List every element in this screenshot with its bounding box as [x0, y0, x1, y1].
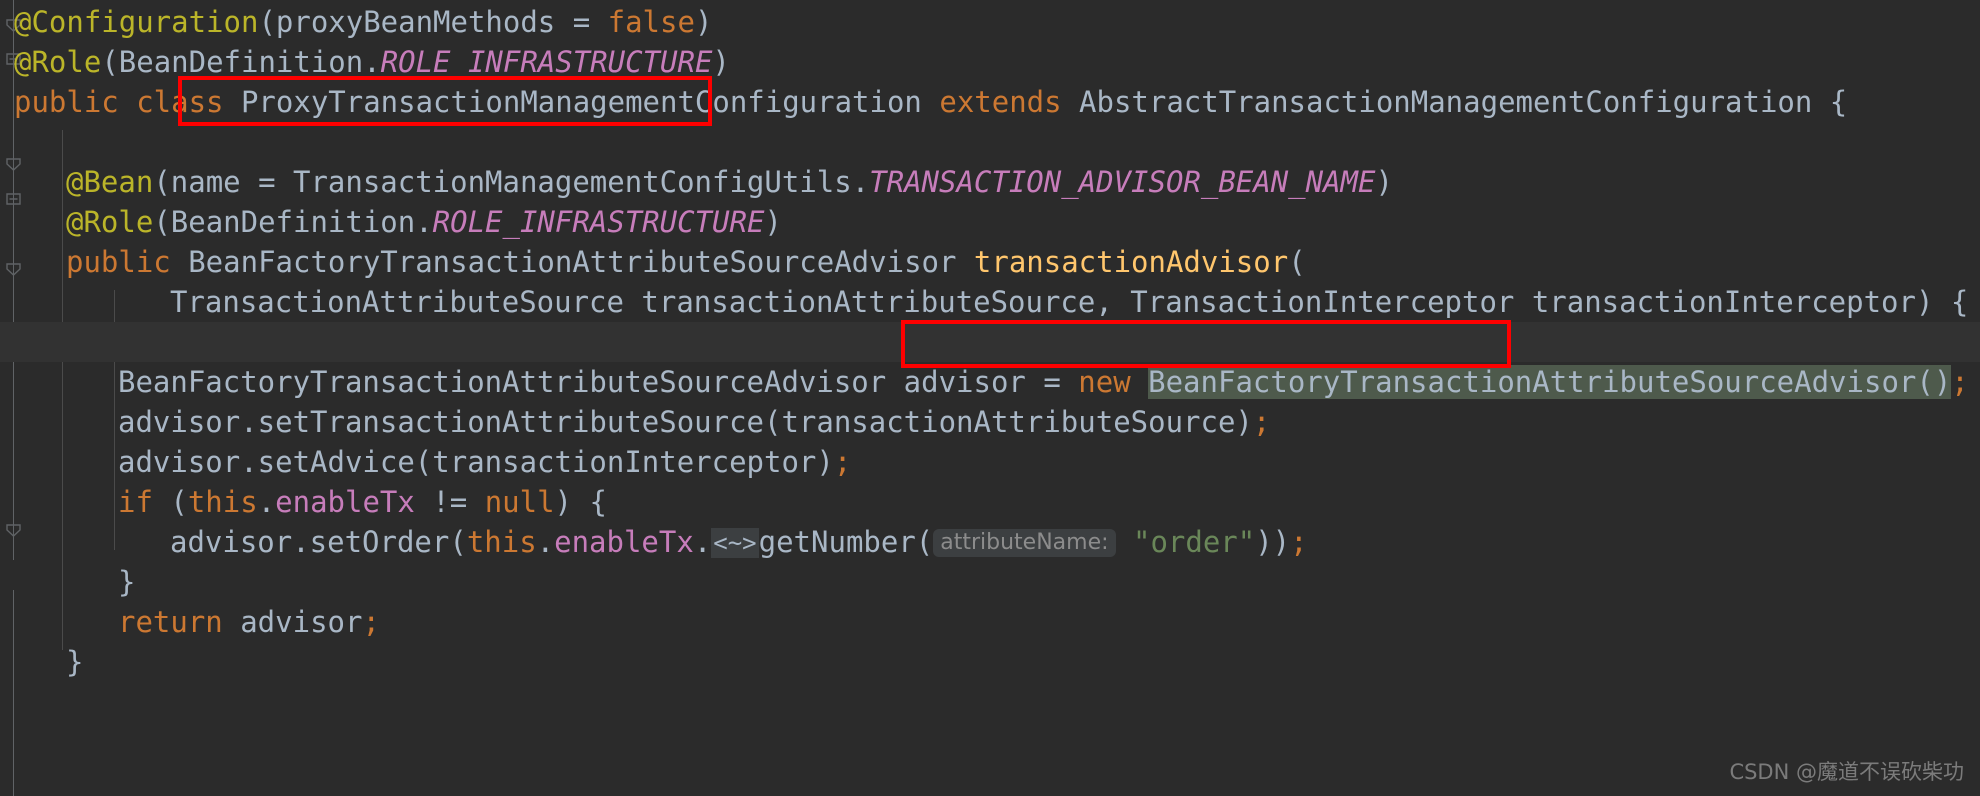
code-token: ;: [833, 445, 852, 479]
line-return[interactable]: return advisor;: [118, 602, 380, 642]
line-method-params[interactable]: TransactionAttributeSource transactionAt…: [170, 282, 1968, 322]
code-token: if: [118, 485, 153, 519]
code-token: AbstractTransactionManagementConfigurati…: [1061, 85, 1848, 119]
code-token: ): [712, 45, 730, 79]
code-token: @Configuration: [14, 5, 259, 39]
code-token: public: [66, 245, 171, 279]
code-token: advisor.setAdvice(transactionInterceptor…: [118, 445, 834, 479]
code-token: ): [1375, 165, 1393, 199]
code-token: )): [1255, 525, 1291, 559]
code-token: ROLE_INFRASTRUCTURE: [380, 45, 713, 79]
code-token: (BeanDefinition.: [101, 45, 381, 79]
line-if-enabletx[interactable]: if (this.enableTx != null) {: [118, 482, 607, 522]
code-token: ) {: [554, 485, 607, 519]
code-token: advisor.setOrder(: [170, 525, 467, 559]
line-role-class[interactable]: @Role(BeanDefinition.ROLE_INFRASTRUCTURE…: [14, 42, 730, 82]
line-configuration[interactable]: @Configuration(proxyBeanMethods = false): [14, 2, 712, 42]
code-token: .: [536, 525, 555, 559]
code-token: this: [187, 485, 258, 519]
line-advisor-new[interactable]: BeanFactoryTransactionAttributeSourceAdv…: [118, 362, 1969, 402]
code-token: TransactionAttributeSource transactionAt…: [170, 285, 1969, 319]
code-token: advisor: [222, 605, 363, 639]
code-token: attributeName:: [933, 529, 1116, 557]
code-token: .: [693, 525, 712, 559]
code-token: BeanFactoryTransactionAttributeSourceAdv…: [1148, 365, 1952, 399]
code-token: ): [694, 5, 713, 39]
code-token: @Role: [66, 205, 154, 239]
code-token: (: [152, 485, 188, 519]
code-token: ): [764, 205, 782, 239]
line-set-source[interactable]: advisor.setTransactionAttributeSource(tr…: [118, 402, 1270, 442]
line-set-order[interactable]: advisor.setOrder(this.enableTx.<~>getNum…: [170, 522, 1308, 562]
code-content[interactable]: @Configuration(proxyBeanMethods = false)…: [0, 0, 1980, 796]
code-token: .: [257, 485, 276, 519]
code-token: ;: [1951, 365, 1969, 399]
code-token: extends: [939, 85, 1062, 119]
code-token: }: [66, 645, 84, 679]
code-token: enableTx: [554, 525, 694, 559]
code-token: ;: [1290, 525, 1308, 559]
code-token: }: [118, 565, 136, 599]
code-token: BeanFactoryTransactionAttributeSourceAdv…: [170, 245, 974, 279]
code-token: @Role: [14, 45, 102, 79]
code-token: return: [118, 605, 223, 639]
code-token: this: [466, 525, 537, 559]
code-token: @Bean: [66, 165, 154, 199]
line-role-method[interactable]: @Role(BeanDefinition.ROLE_INFRASTRUCTURE…: [66, 202, 782, 242]
code-token: ProxyTransactionManagementConfiguration: [223, 85, 940, 119]
code-token: ROLE_INFRASTRUCTURE: [432, 205, 765, 239]
code-token: (name = TransactionManagementConfigUtils…: [153, 165, 870, 199]
line-method-decl[interactable]: public BeanFactoryTransactionAttributeSo…: [66, 242, 1306, 282]
code-token: <~>: [711, 528, 759, 558]
code-token: BeanFactoryTransactionAttributeSourceAdv…: [118, 365, 1079, 399]
line-set-advice[interactable]: advisor.setAdvice(transactionInterceptor…: [118, 442, 851, 482]
code-token: enableTx: [275, 485, 415, 519]
code-token: (proxyBeanMethods =: [258, 5, 608, 39]
line-bean-annotation[interactable]: @Bean(name = TransactionManagementConfig…: [66, 162, 1393, 202]
code-editor[interactable]: @Configuration(proxyBeanMethods = false)…: [0, 0, 1980, 796]
code-token: null: [484, 485, 555, 519]
code-token: advisor.setTransactionAttributeSource(tr…: [118, 405, 1253, 439]
code-token: ;: [362, 605, 380, 639]
code-token: (BeanDefinition.: [153, 205, 433, 239]
code-token: ;: [1252, 405, 1271, 439]
line-class-decl[interactable]: public class ProxyTransactionManagementC…: [14, 82, 1847, 122]
line-close-if[interactable]: }: [118, 562, 135, 602]
code-token: false: [607, 5, 695, 39]
code-token: TRANSACTION_ADVISOR_BEAN_NAME: [869, 165, 1376, 199]
code-token: new: [1078, 365, 1131, 399]
code-token: "order": [1133, 525, 1256, 559]
code-token: getNumber(: [758, 525, 934, 559]
code-token: transactionAdvisor: [973, 245, 1289, 279]
code-token: public class: [14, 85, 224, 119]
watermark: CSDN @魔道不误砍柴功: [1729, 760, 1964, 784]
line-close-method[interactable]: }: [66, 642, 83, 682]
code-token: (: [1288, 245, 1306, 279]
code-token: !=: [414, 485, 485, 519]
